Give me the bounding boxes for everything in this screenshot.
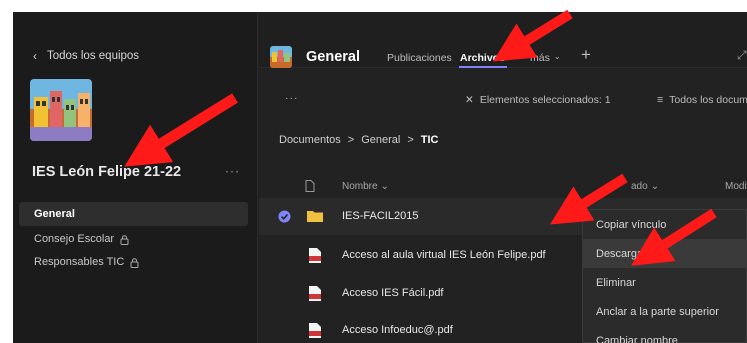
chevron-down-icon: ⌄: [553, 52, 561, 61]
breadcrumb-separator: >: [347, 134, 355, 146]
selection-status[interactable]: ✕ Elementos seleccionados: 1: [465, 94, 611, 106]
file-name[interactable]: Acceso Infoeduc@.pdf: [342, 324, 453, 336]
breadcrumb-general[interactable]: General: [361, 134, 400, 146]
pdf-icon: [309, 323, 321, 341]
menu-item-eliminar[interactable]: Eliminar: [583, 268, 746, 297]
file-name[interactable]: Acceso IES Fácil.pdf: [342, 287, 444, 299]
menu-item-descargar[interactable]: Descargar: [583, 239, 746, 268]
column-modified-label: ado: [631, 181, 648, 192]
view-label: Todos los docum: [669, 94, 747, 106]
close-icon[interactable]: ✕: [465, 94, 474, 106]
back-to-all-teams[interactable]: ‹ Todos los equipos: [33, 49, 139, 63]
tab-more[interactable]: más ⌄: [530, 52, 561, 64]
menu-item-anclar[interactable]: Anclar a la parte superior: [583, 297, 746, 326]
expand-icon[interactable]: ⤢: [737, 48, 747, 63]
row-more-options[interactable]: ···: [559, 207, 573, 219]
file-name[interactable]: Acceso al aula virtual IES León Felipe.p…: [342, 249, 546, 261]
lock-icon: [130, 257, 139, 268]
context-menu: Copiar vínculo Descargar Eliminar Anclar…: [582, 209, 747, 343]
pdf-icon: [309, 248, 321, 266]
menu-item-cambiar-nombre[interactable]: Cambiar nombre: [583, 326, 746, 343]
tab-more-label: más: [530, 52, 550, 64]
channel-label: General: [34, 208, 75, 220]
list-icon: ≡: [657, 94, 664, 106]
team-name: IES León Felipe 21-22: [32, 164, 182, 180]
column-name-label: Nombre: [342, 181, 378, 192]
breadcrumb: Documentos > General > TIC: [279, 134, 439, 146]
file-list-header: Nombre ⌄ ado ⌄ Modific: [259, 177, 747, 197]
channel-general[interactable]: General: [19, 202, 248, 226]
channel-main-pane: General Publicaciones Archivos más ⌄ + ⤢…: [259, 12, 747, 343]
selection-label: Elementos seleccionados: 1: [479, 94, 611, 106]
active-tab-indicator: [459, 66, 507, 68]
pdf-icon: [309, 286, 321, 304]
breadcrumb-documentos[interactable]: Documentos: [279, 134, 341, 146]
channel-avatar: [270, 46, 292, 68]
folder-icon: [307, 210, 323, 225]
channel-header: General Publicaciones Archivos más ⌄ + ⤢: [259, 12, 747, 68]
channel-label: Consejo Escolar: [34, 233, 115, 245]
menu-item-copiar-vinculo[interactable]: Copiar vínculo: [583, 210, 746, 239]
view-selector[interactable]: ≡ Todos los docum: [657, 94, 747, 106]
channel-label: Responsables TIC: [34, 256, 125, 268]
tab-publicaciones[interactable]: Publicaciones: [387, 52, 452, 64]
channel-responsables-tic[interactable]: Responsables TIC: [19, 250, 248, 274]
back-label: Todos los equipos: [47, 50, 140, 62]
channel-consejo-escolar[interactable]: Consejo Escolar: [19, 227, 248, 251]
teams-sidebar: ‹ Todos los equipos IES León Felipe 21-2…: [13, 12, 258, 343]
file-name[interactable]: IES-FACIL2015: [342, 210, 418, 222]
add-tab-button[interactable]: +: [581, 45, 591, 65]
team-avatar: [30, 79, 92, 141]
breadcrumb-separator: >: [407, 134, 414, 146]
column-modified-header[interactable]: ado ⌄: [631, 181, 659, 192]
chevron-left-icon: ‹: [33, 49, 37, 63]
chevron-down-icon: ⌄: [380, 181, 389, 192]
channel-title: General: [306, 49, 360, 65]
checkmark-icon[interactable]: [278, 210, 291, 226]
lock-icon: [120, 234, 129, 245]
chevron-down-icon: ⌄: [650, 181, 660, 192]
breadcrumb-tic: TIC: [420, 134, 439, 146]
team-more-options[interactable]: ···: [225, 164, 240, 178]
teams-window: ‹ Todos los equipos IES León Felipe 21-2…: [13, 12, 747, 343]
command-bar: ··· ✕ Elementos seleccionados: 1 ≡ Todos…: [259, 88, 747, 116]
more-commands-button[interactable]: ···: [285, 92, 299, 104]
column-name-header[interactable]: Nombre ⌄: [342, 181, 389, 192]
tab-archivos[interactable]: Archivos: [460, 52, 505, 64]
file-type-header-icon: [305, 180, 315, 195]
column-modified-by-header[interactable]: Modific: [725, 181, 747, 192]
